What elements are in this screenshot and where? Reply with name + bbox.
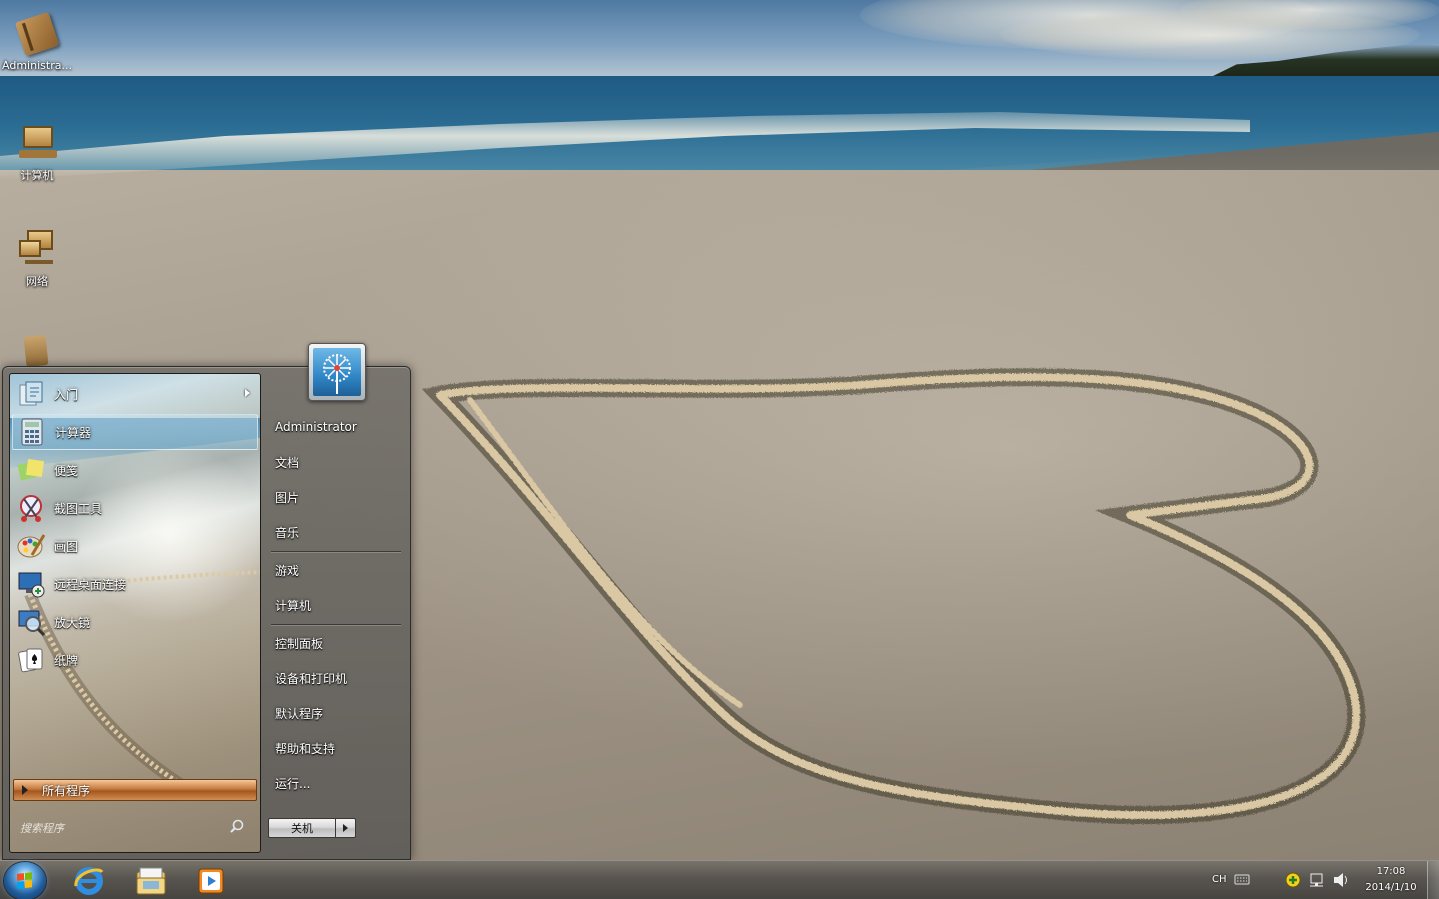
solitaire-icon — [16, 645, 46, 675]
pinwheel-icon — [323, 354, 351, 394]
all-programs-label: 所有程序 — [42, 783, 91, 798]
chevron-right-icon — [343, 824, 348, 832]
media-player-icon — [198, 868, 224, 893]
snipping-tool-icon — [16, 493, 46, 523]
program-remote-desktop[interactable]: 远程桌面连接 — [12, 566, 258, 602]
shutdown-button[interactable]: 关机 — [268, 818, 336, 838]
user-folder-icon — [14, 11, 60, 57]
taskbar-explorer[interactable] — [122, 861, 180, 899]
right-item-computer[interactable]: 计算机 — [270, 590, 402, 620]
menu-separator — [271, 551, 401, 552]
file-explorer-icon — [136, 867, 166, 894]
search-icon[interactable] — [230, 819, 244, 833]
program-snipping-tool[interactable]: 截图工具 — [12, 490, 258, 526]
clock-date: 2014/1/10 — [1365, 882, 1417, 893]
volume-icon[interactable] — [1332, 860, 1350, 899]
program-label: 计算器 — [55, 425, 92, 440]
expand-arrow-icon — [22, 785, 28, 795]
program-magnifier[interactable]: 放大镜 — [12, 604, 258, 640]
programs-pane: 入门 计算器 便笺 截图工具 画图 远程桌面连接 放大镜 纸牌 所有程序 搜索程… — [9, 373, 261, 853]
windows-logo-icon — [17, 872, 33, 890]
magnifier-icon — [16, 607, 46, 637]
keyboard-icon[interactable] — [1234, 860, 1250, 899]
right-item-games[interactable]: 游戏 — [270, 555, 402, 585]
paint-icon — [16, 531, 46, 561]
program-paint[interactable]: 画图 — [12, 528, 258, 564]
clock-time: 17:08 — [1376, 866, 1406, 877]
right-item-default-programs[interactable]: 默认程序 — [270, 698, 402, 728]
program-label: 放大镜 — [54, 615, 91, 630]
submenu-arrow-icon[interactable] — [245, 389, 250, 397]
right-item-run[interactable]: 运行... — [270, 768, 402, 798]
right-item-documents[interactable]: 文档 — [270, 447, 402, 477]
all-programs-button[interactable]: 所有程序 — [13, 779, 257, 801]
tray-clock[interactable]: 17:08 2014/1/10 — [1358, 864, 1424, 896]
program-label: 远程桌面连接 — [54, 577, 127, 592]
shutdown-group: 关机 — [268, 818, 358, 838]
internet-explorer-icon — [74, 866, 104, 895]
taskbar-ie[interactable] — [60, 861, 118, 899]
program-label: 画图 — [54, 539, 79, 554]
user-picture[interactable] — [308, 343, 366, 401]
computer-icon — [15, 120, 59, 164]
remote-desktop-icon — [16, 569, 46, 599]
right-item-username[interactable]: Administrator — [270, 412, 402, 442]
network-icon — [15, 226, 59, 270]
right-item-music[interactable]: 音乐 — [270, 517, 402, 547]
right-item-control-panel[interactable]: 控制面板 — [270, 628, 402, 658]
sticky-notes-icon — [16, 455, 46, 485]
program-sticky-notes[interactable]: 便笺 — [12, 452, 258, 488]
right-item-help-support[interactable]: 帮助和支持 — [270, 733, 402, 763]
start-button[interactable] — [4, 862, 46, 899]
desktop-icon-computer[interactable]: 计算机 — [0, 120, 74, 183]
program-getting-started[interactable]: 入门 — [12, 376, 258, 412]
program-calculator[interactable]: 计算器 — [12, 414, 258, 450]
desktop-icon-administrator[interactable]: Administra... — [0, 11, 74, 72]
shutdown-options-button[interactable] — [336, 818, 356, 838]
desktop-icon-network[interactable]: 网络 — [0, 226, 74, 289]
program-label: 纸牌 — [54, 653, 79, 668]
program-label: 便笺 — [54, 463, 79, 478]
search-input[interactable] — [20, 817, 220, 839]
right-item-devices-printers[interactable]: 设备和打印机 — [270, 663, 402, 693]
search-box[interactable] — [20, 816, 250, 840]
start-menu: 入门 计算器 便笺 截图工具 画图 远程桌面连接 放大镜 纸牌 所有程序 搜索程… — [2, 343, 411, 860]
language-indicator[interactable]: CH — [1212, 860, 1228, 899]
desktop-icon-label: 网络 — [26, 275, 48, 288]
program-solitaire[interactable]: 纸牌 — [12, 642, 258, 678]
show-desktop-button[interactable] — [1427, 861, 1439, 899]
right-item-pictures[interactable]: 图片 — [270, 482, 402, 512]
program-label: 截图工具 — [54, 501, 103, 516]
desktop-icon-label: 计算机 — [20, 169, 54, 182]
taskbar-media-player[interactable] — [182, 861, 240, 899]
action-center-flag-icon[interactable] — [1308, 860, 1326, 899]
menu-separator — [271, 624, 401, 625]
calculator-icon — [17, 417, 47, 447]
desktop-icon-label: Administra... — [2, 59, 72, 72]
getting-started-icon — [16, 379, 46, 409]
security-shield-icon[interactable] — [1284, 860, 1302, 899]
program-label: 入门 — [54, 387, 79, 402]
